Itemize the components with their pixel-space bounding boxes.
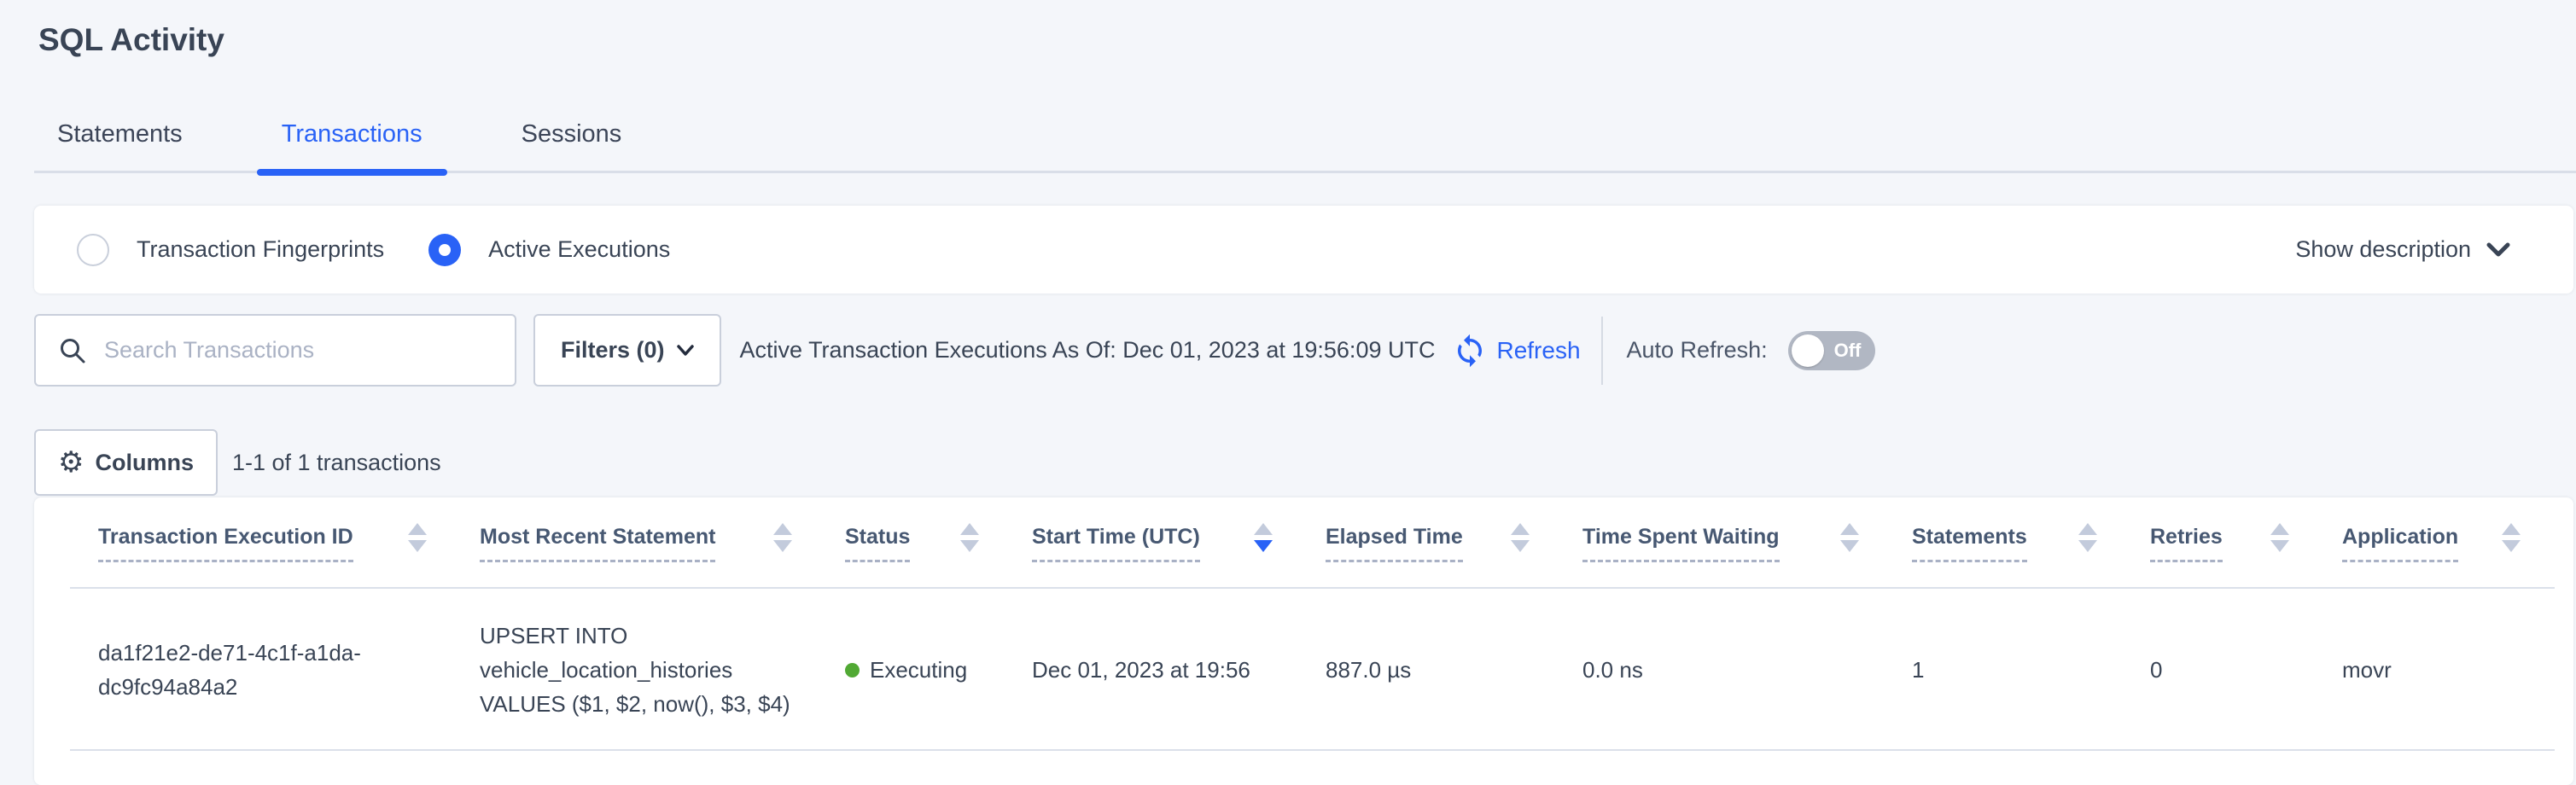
radio-transaction-fingerprints[interactable]: Transaction Fingerprints [77,234,384,266]
sort-arrows-icon[interactable] [1840,523,1859,552]
transactions-table: Transaction Execution ID Most Recent Sta… [34,497,2573,785]
table-row[interactable]: da1f21e2-de71-4c1f-a1da-dc9fc94a84a2 UPS… [34,589,2573,751]
sort-arrows-icon[interactable] [773,523,792,552]
search-icon [58,336,87,365]
sort-arrows-icon[interactable] [2078,523,2097,552]
sort-arrows-icon[interactable] [2502,523,2521,552]
column-header-status[interactable]: Status [845,497,1032,589]
cell-retries: 0 [2150,653,2342,687]
executing-status-dot-icon [845,663,860,677]
radio-unselected-icon[interactable] [77,234,109,266]
cell-most-recent-statement: UPSERT INTO vehicle_location_histories V… [480,619,825,721]
toggle-state-label: Off [1834,340,1862,362]
status-label: Executing [870,653,967,687]
cell-status: Executing [845,653,1032,687]
table-controls-row: ⚙ Columns 1-1 of 1 transactions [34,429,2573,496]
search-box[interactable] [34,314,516,387]
column-header-statements[interactable]: Statements [1912,497,2150,589]
column-header-start-time[interactable]: Start Time (UTC) [1032,497,1326,589]
tab-sessions[interactable]: Sessions [472,117,672,173]
table-header-row: Transaction Execution ID Most Recent Sta… [34,497,2573,589]
sql-activity-tabs: Statements Transactions Sessions [0,117,2576,173]
page-title: SQL Activity [38,21,2576,59]
sort-arrows-icon[interactable] [960,523,979,552]
auto-refresh-label: Auto Refresh: [1627,337,1768,363]
view-mode-card: Transaction Fingerprints Active Executio… [34,206,2573,294]
cell-elapsed-time: 887.0 µs [1326,653,1582,687]
result-count: 1-1 of 1 transactions [232,450,441,476]
cell-transaction-execution-id[interactable]: da1f21e2-de71-4c1f-a1da-dc9fc94a84a2 [98,636,465,704]
columns-button[interactable]: ⚙ Columns [34,429,218,496]
sort-arrows-icon[interactable] [408,523,427,552]
cell-start-time: Dec 01, 2023 at 19:56 [1032,653,1326,687]
sort-arrows-icon[interactable] [1511,523,1530,552]
sort-arrows-icon[interactable] [1254,523,1273,552]
cell-application: movr [2342,653,2573,687]
tab-statements[interactable]: Statements [8,117,232,173]
auto-refresh-toggle[interactable]: Off [1788,331,1875,370]
toggle-knob-icon [1792,334,1824,367]
as-of-timestamp: Active Transaction Executions As Of: Dec… [740,337,1436,363]
sort-arrows-icon[interactable] [2270,523,2289,552]
column-header-time-spent-waiting[interactable]: Time Spent Waiting [1582,497,1912,589]
column-header-application[interactable]: Application [2342,497,2573,589]
radio-active-executions[interactable]: Active Executions [428,234,670,266]
cell-statements: 1 [1912,653,2150,687]
column-header-elapsed-time[interactable]: Elapsed Time [1326,497,1582,589]
search-input[interactable] [104,337,498,363]
column-header-most-recent-statement[interactable]: Most Recent Statement [480,497,845,589]
column-header-retries[interactable]: Retries [2150,497,2342,589]
vertical-divider [1601,317,1603,385]
cell-time-spent-waiting: 0.0 ns [1582,653,1912,687]
filters-button[interactable]: Filters (0) [533,314,721,387]
tab-transactions[interactable]: Transactions [232,117,472,173]
chevron-down-icon [677,345,694,357]
refresh-button[interactable]: Refresh [1452,333,1580,369]
radio-selected-icon[interactable] [428,234,461,266]
view-mode-radio-group: Transaction Fingerprints Active Executio… [77,234,670,266]
transactions-toolbar: Filters (0) Active Transaction Execution… [34,314,2573,387]
refresh-icon [1452,333,1488,369]
gear-icon: ⚙ [58,448,84,477]
column-header-transaction-execution-id[interactable]: Transaction Execution ID [98,497,480,589]
show-description-button[interactable]: Show description [2295,236,2510,263]
chevron-down-icon [2486,242,2510,258]
